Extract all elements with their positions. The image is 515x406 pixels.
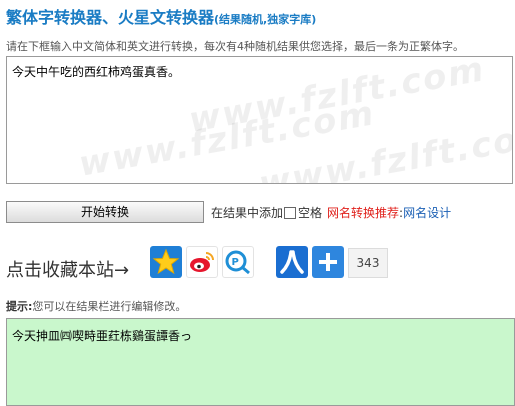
title-subtitle: (结果随机,独家字库): [214, 13, 317, 26]
start-convert-button[interactable]: 开始转换: [6, 201, 204, 223]
page-title: 繁体字转换器、火星文转换器(结果随机,独家字库): [6, 4, 316, 28]
name-design-link[interactable]: 网名设计: [403, 204, 451, 221]
output-text-value: 今天抻皿㈣喫畤亜荭栋鷄蛋譚香っ: [12, 329, 193, 343]
qq-favorite-icon[interactable]: [150, 246, 182, 278]
favorite-label: 点击收藏本站→: [6, 260, 130, 281]
svg-text:P: P: [232, 257, 239, 268]
add-space-checkbox[interactable]: [284, 206, 297, 219]
tip-content: 您可以在结果栏进行编辑修改。: [32, 300, 187, 313]
share-count: 343: [348, 248, 388, 278]
options-row: 在结果中添加 空格 网名转换推荐 : 网名设计: [211, 204, 451, 221]
add-space-prefix: 在结果中添加: [211, 206, 284, 220]
renren-icon[interactable]: [276, 246, 308, 278]
add-space-label: 空格: [298, 206, 323, 220]
recommend-link[interactable]: 网名转换推荐: [327, 204, 399, 221]
tip-label: 提示:: [6, 300, 33, 313]
tip-text: 提示:您可以在结果栏进行编辑修改。: [6, 298, 186, 314]
output-textarea[interactable]: 今天抻皿㈣喫畤亜荭栋鷄蛋譚香っ: [6, 318, 515, 406]
weibo-icon[interactable]: [186, 246, 218, 278]
title-main: 繁体字转换器、火星文转换器: [6, 8, 215, 27]
qzone-icon[interactable]: P: [222, 246, 254, 278]
input-text-value: 今天中午吃的西红柿鸡蛋真香。: [12, 65, 181, 79]
instructions-text: 请在下框输入中文简体和英文进行转换，每次有4种随机结果供您选择，最后一条为正繁体…: [6, 40, 464, 53]
input-textarea[interactable]: www.fzlft.com www.fzlft.com www.fzlft.co…: [6, 56, 513, 184]
add-more-icon[interactable]: [312, 246, 344, 278]
